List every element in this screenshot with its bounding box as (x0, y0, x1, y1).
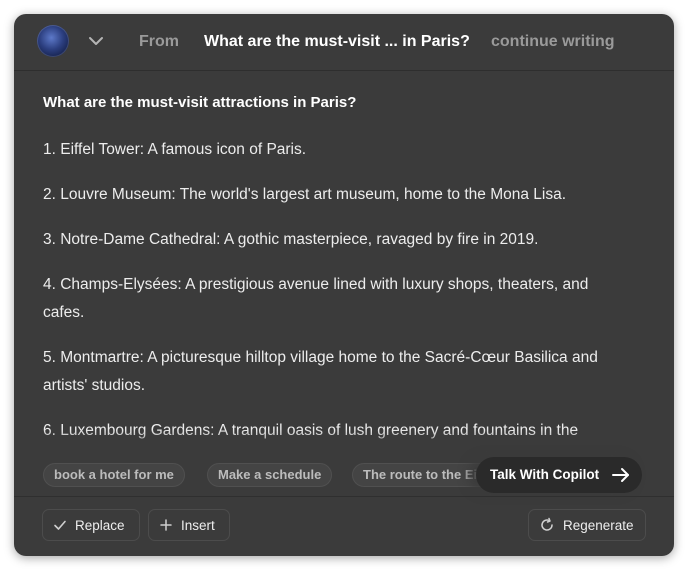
avatar-icon[interactable] (37, 25, 69, 57)
content-fade (14, 429, 674, 459)
panel-header: From What are the must-visit ... in Pari… (14, 14, 674, 71)
answer-item: 4. Champs-Elysées: A prestigious avenue … (43, 276, 589, 321)
arrow-right-icon (612, 468, 629, 482)
talk-with-copilot-button[interactable]: Talk With Copilot (476, 457, 642, 493)
chevron-down-icon[interactable] (87, 32, 105, 50)
answer-list: 1. Eiffel Tower: A famous icon of Paris.… (43, 136, 623, 445)
answer-item: 1. Eiffel Tower: A famous icon of Paris. (43, 141, 307, 158)
continue-writing-button[interactable]: continue writing (491, 33, 615, 51)
prompt-title[interactable]: What are the must-visit ... in Paris? (204, 33, 470, 51)
plus-icon (160, 519, 172, 531)
answer-item: 3. Notre-Dame Cathedral: A gothic master… (43, 231, 539, 248)
response-content: What are the must-visit attractions in P… (43, 94, 623, 462)
action-footer: Replace Insert Regenerate (14, 496, 674, 556)
regenerate-button[interactable]: Regenerate (528, 509, 646, 541)
from-label: From (139, 33, 179, 50)
copilot-panel: From What are the must-visit ... in Pari… (14, 14, 674, 556)
replace-button[interactable]: Replace (42, 509, 140, 541)
question-heading: What are the must-visit attractions in P… (43, 94, 357, 111)
insert-label: Insert (181, 517, 215, 533)
regenerate-label: Regenerate (563, 517, 634, 533)
answer-item: 5. Montmartre: A picturesque hilltop vil… (43, 349, 598, 394)
suggestion-chip-hotel[interactable]: book a hotel for me (43, 463, 185, 487)
answer-item: 2. Louvre Museum: The world's largest ar… (43, 186, 567, 203)
replace-label: Replace (75, 517, 125, 533)
check-icon (54, 520, 66, 530)
refresh-icon (541, 517, 553, 531)
talk-with-copilot-label: Talk With Copilot (490, 467, 600, 482)
insert-button[interactable]: Insert (148, 509, 230, 541)
suggestion-chip-schedule[interactable]: Make a schedule (207, 463, 333, 487)
